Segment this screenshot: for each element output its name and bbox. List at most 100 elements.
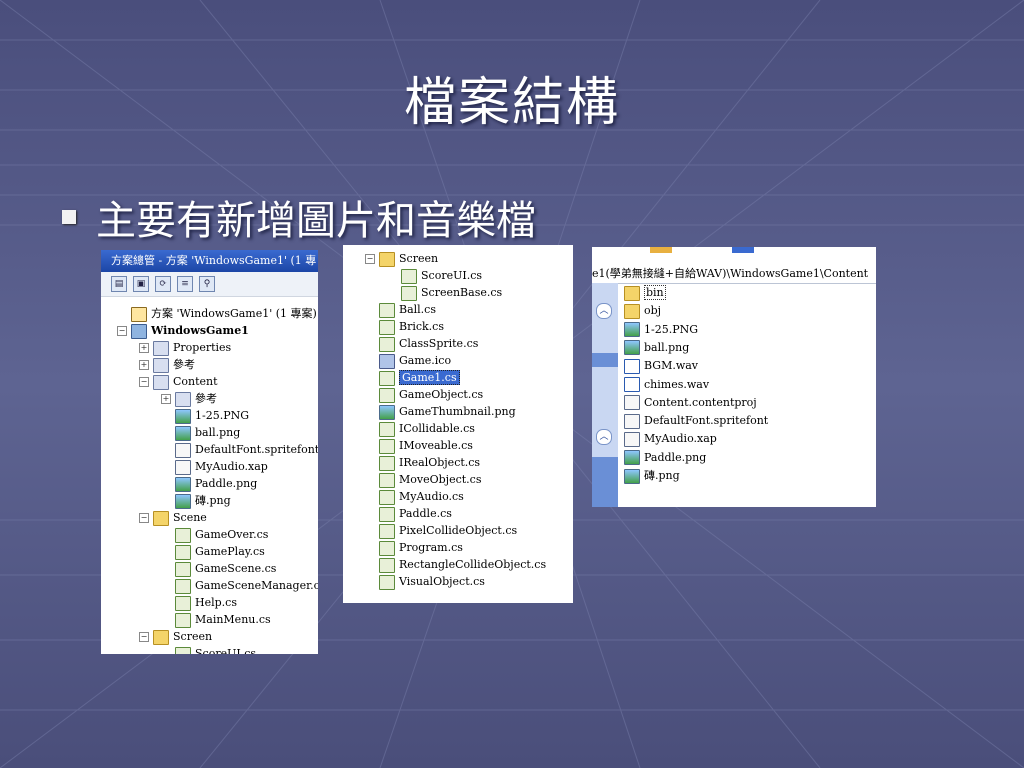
tree-item-label: Game.ico: [399, 354, 452, 367]
expander-icon[interactable]: −: [139, 377, 149, 387]
tree-item[interactable]: Paddle.png: [161, 476, 257, 492]
solution-explorer-screenshot: 方案總管 - 方案 'WindowsGame1' (1 專 ▤ ▣ ⟳ ≡ ⚲ …: [101, 250, 318, 654]
image-icon: [624, 322, 640, 338]
file-item[interactable]: ball.png: [624, 340, 689, 356]
file-item[interactable]: 1-25.PNG: [624, 322, 698, 338]
tree-item-label: IMoveable.cs: [399, 439, 473, 452]
tree-item-label: 磚.png: [195, 494, 231, 507]
tree-item[interactable]: 1-25.PNG: [161, 408, 249, 424]
file-item[interactable]: DefaultFont.spritefont: [624, 413, 768, 429]
expander-icon[interactable]: +: [161, 394, 171, 404]
file-item[interactable]: Content.contentproj: [624, 395, 757, 411]
expander-icon[interactable]: +: [139, 360, 149, 370]
file-item[interactable]: MyAudio.xap: [624, 431, 717, 447]
tree-item[interactable]: + 參考: [161, 391, 217, 407]
collapse-chevron-icon[interactable]: ︿: [596, 303, 612, 319]
tree-item[interactable]: GameObject.cs: [365, 387, 483, 403]
tree-item[interactable]: ScreenBase.cs: [387, 285, 502, 301]
tree-item[interactable]: GamePlay.cs: [161, 544, 265, 560]
tree-item-label: Properties: [173, 341, 232, 354]
tree-item-label: ScreenBase.cs: [421, 286, 503, 299]
file-item-label: ball.png: [644, 340, 690, 354]
tree-item[interactable]: ICollidable.cs: [365, 421, 475, 437]
tree-item[interactable]: RectangleCollideObject.cs: [365, 557, 546, 573]
tree-item[interactable]: 磚.png: [161, 493, 231, 509]
file-item[interactable]: 磚.png: [624, 468, 680, 484]
slide-title: 檔案結構: [403, 73, 620, 133]
tree-item[interactable]: ball.png: [161, 425, 240, 441]
tree-item[interactable]: Program.cs: [365, 540, 463, 556]
tree-item-label: ball.png: [195, 426, 241, 439]
refresh-icon[interactable]: ⟳: [155, 276, 171, 292]
tree-item[interactable]: MyAudio.xap: [161, 459, 268, 475]
tree-item-label: Scene: [173, 511, 207, 524]
address-bar[interactable]: e1(學弟無接縫+自給WAV)\WindowsGame1\Content: [592, 265, 876, 284]
file-item[interactable]: chimes.wav: [624, 377, 709, 393]
tree-item[interactable]: Paddle.cs: [365, 506, 452, 522]
cs-file-icon: [379, 336, 395, 352]
tree-item-label: MyAudio.cs: [399, 490, 464, 503]
tree-item[interactable]: − Scene: [139, 510, 207, 526]
show-all-files-icon[interactable]: ▣: [133, 276, 149, 292]
tree-item[interactable]: + 參考: [139, 357, 195, 373]
tree-item[interactable]: ScoreUI.cs: [387, 268, 482, 284]
tree-item[interactable]: Brick.cs: [365, 319, 444, 335]
expander-icon[interactable]: −: [365, 254, 375, 264]
tree-item[interactable]: − Content: [139, 374, 218, 390]
tree-item[interactable]: − Screen: [139, 629, 212, 645]
cs-file-icon: [379, 370, 395, 386]
views-icon[interactable]: [732, 247, 754, 253]
tree-item[interactable]: GameOver.cs: [161, 527, 268, 543]
image-icon: [175, 408, 191, 424]
tree-item[interactable]: GameThumbnail.png: [365, 404, 516, 420]
image-icon: [624, 468, 640, 484]
properties-icon[interactable]: ▤: [111, 276, 127, 292]
tree-item[interactable]: Help.cs: [161, 595, 237, 611]
tree-item[interactable]: GameSceneManager.cs: [161, 578, 318, 594]
tree-item[interactable]: IMoveable.cs: [365, 438, 473, 454]
tree-item[interactable]: Game.ico: [365, 353, 451, 369]
expander-icon[interactable]: −: [139, 513, 149, 523]
tree-item-label: MyAudio.xap: [195, 460, 268, 473]
file-item[interactable]: obj: [624, 303, 661, 319]
tree-item[interactable]: MyAudio.cs: [365, 489, 464, 505]
view-code-icon[interactable]: ≡: [177, 276, 193, 292]
expander-icon[interactable]: −: [139, 632, 149, 642]
expander-icon[interactable]: −: [117, 326, 127, 336]
file-item[interactable]: bin: [624, 285, 666, 301]
tree-item-label: Brick.cs: [399, 320, 444, 333]
collapse-chevron-icon[interactable]: ︿: [596, 429, 612, 445]
square-bullet-icon: [62, 210, 76, 224]
tree-item[interactable]: + Properties: [139, 340, 231, 356]
folder-icon: [624, 285, 640, 301]
tree-item[interactable]: Ball.cs: [365, 302, 436, 318]
tree-item[interactable]: DefaultFont.spritefont: [161, 442, 318, 458]
tree-item[interactable]: ScoreUI.cs: [161, 646, 256, 654]
tree-item[interactable]: 方案 'WindowsGame1' (1 專案): [117, 306, 317, 322]
tree-item-label: GameOver.cs: [195, 528, 269, 541]
tree-item[interactable]: MainMenu.cs: [161, 612, 271, 628]
tree-item[interactable]: VisualObject.cs: [365, 574, 485, 590]
tree-item[interactable]: PixelCollideObject.cs: [365, 523, 517, 539]
tree-item-label: Game1.cs: [399, 370, 460, 385]
solution-icon: [131, 306, 147, 322]
tree-item[interactable]: − Screen: [365, 251, 438, 267]
file-item[interactable]: BGM.wav: [624, 358, 698, 374]
tree-item[interactable]: IRealObject.cs: [365, 455, 480, 471]
tree-item-label: GameObject.cs: [399, 388, 484, 401]
tree-item-label: IRealObject.cs: [399, 456, 481, 469]
tree-item-label: VisualObject.cs: [399, 575, 485, 588]
folder-up-icon[interactable]: [650, 247, 672, 253]
tree-item[interactable]: ClassSprite.cs: [365, 336, 478, 352]
tree-item[interactable]: Game1.cs: [365, 370, 460, 386]
tree-item[interactable]: MoveObject.cs: [365, 472, 481, 488]
file-item[interactable]: Paddle.png: [624, 450, 706, 466]
class-diagram-icon[interactable]: ⚲: [199, 276, 215, 292]
file-icon: [624, 413, 640, 429]
expander-icon[interactable]: +: [139, 343, 149, 353]
tree-item[interactable]: GameScene.cs: [161, 561, 276, 577]
tree-item-label: Paddle.png: [195, 477, 258, 490]
tree-item[interactable]: − WindowsGame1: [117, 323, 249, 339]
tree-item-label: Content: [173, 375, 218, 388]
tree-item-label: GamePlay.cs: [195, 545, 265, 558]
